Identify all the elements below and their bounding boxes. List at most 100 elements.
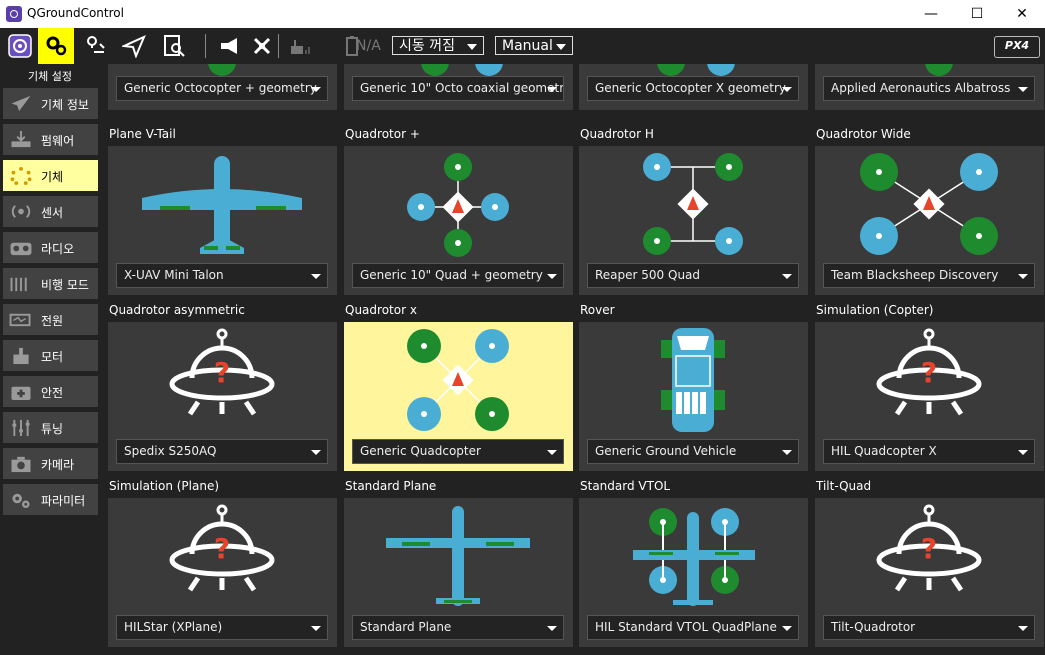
airframe-category-label: Quadrotor +: [345, 127, 420, 141]
airframe-category-label: Simulation (Copter): [816, 303, 934, 317]
airframe-tile[interactable]: HIL Standard VTOL QuadPlane: [579, 498, 808, 647]
airframe-tile[interactable]: Standard Plane: [344, 498, 573, 647]
airframe-tile[interactable]: Reaper 500 Quad: [579, 146, 808, 295]
sidebar-item-label: 안전: [41, 386, 64, 400]
chevron-down-icon: [556, 44, 566, 50]
airframe-tile[interactable]: ? Tilt-Quadrotor: [815, 498, 1044, 647]
arm-status-label: 시동 꺼짐: [399, 38, 455, 54]
airframe-select-value: Standard Plane: [360, 620, 452, 634]
sidebar-item-10[interactable]: 카메라: [3, 448, 98, 479]
qgc-logo-icon[interactable]: [2, 28, 38, 64]
airframe-select[interactable]: HIL Quadcopter X: [823, 439, 1035, 464]
airframe-select[interactable]: Generic 10" Octo coaxial geometry: [352, 76, 564, 101]
sidebar-item-5[interactable]: 비행 모드: [3, 268, 98, 299]
airframe-tile[interactable]: ? HILStar (XPlane): [108, 498, 337, 647]
airframe-select-value: Applied Aeronautics Albatross: [831, 81, 1011, 95]
airframe-select[interactable]: X-UAV Mini Talon: [116, 263, 328, 288]
quad-h-airframe-icon: [643, 153, 743, 255]
airframe-select-value: Generic Quadcopter: [360, 444, 481, 458]
airframe-grid: Generic Octocopter + geometry Generic 10"…: [104, 64, 1045, 655]
airframe-tile-top[interactable]: Generic Octocopter X geometry: [579, 64, 808, 110]
airframe-tile[interactable]: ? Spedix S250AQ: [108, 322, 337, 471]
sidebar-item-7[interactable]: 모터: [3, 340, 98, 371]
sidebar-item-1[interactable]: 펌웨어: [3, 124, 98, 155]
sidebar-item-8[interactable]: 안전: [3, 376, 98, 407]
sidebar-item-label: 파라미터: [41, 494, 86, 508]
sidebar-item-6[interactable]: 전원: [3, 304, 98, 335]
plan-view-icon[interactable]: [78, 28, 114, 64]
vehicle-setup-gear-icon[interactable]: [38, 28, 74, 64]
airframe-select-value: X-UAV Mini Talon: [124, 268, 224, 282]
safety-icon: [11, 386, 31, 401]
chevron-down-icon: [1018, 450, 1028, 455]
gps-satellite-icon[interactable]: [244, 28, 280, 64]
airframe-select-value: HILStar (XPlane): [124, 620, 223, 634]
close-button[interactable]: ✕: [999, 0, 1045, 28]
airframe-tile[interactable]: ? HIL Quadcopter X: [815, 322, 1044, 471]
airframe-tile-top[interactable]: Generic 10" Octo coaxial geometry: [344, 64, 573, 110]
flight-modes-icon: [10, 277, 27, 292]
sidebar-item-9[interactable]: 튜닝: [3, 412, 98, 443]
sensor-icon: [11, 205, 31, 218]
sidebar-item-2[interactable]: 기체: [3, 160, 98, 191]
airframe-select[interactable]: Tilt-Quadrotor: [823, 615, 1035, 640]
unknown-airframe-icon: ?: [876, 504, 982, 592]
camera-icon: [11, 456, 31, 473]
sidebar-item-4[interactable]: 라디오: [3, 232, 98, 263]
airframe-category-label: Standard Plane: [345, 479, 437, 493]
airframe-category-label: Plane V-Tail: [109, 127, 176, 141]
airframe-select[interactable]: Standard Plane: [352, 615, 564, 640]
svg-text:?: ?: [214, 356, 230, 389]
parameters-icon: [12, 493, 30, 509]
propeller-icon: [208, 64, 236, 76]
flight-mode-dropdown[interactable]: Manual: [495, 36, 573, 55]
sidebar-item-label: 튜닝: [41, 422, 64, 436]
airframe-select[interactable]: Reaper 500 Quad: [587, 263, 799, 288]
airframe-category-label: Standard VTOL: [580, 479, 671, 493]
airframe-select[interactable]: Generic Quadcopter: [352, 439, 564, 464]
fly-view-icon[interactable]: [116, 28, 152, 64]
airframe-select-value: Generic Octocopter X geometry: [595, 81, 787, 95]
sidebar-item-3[interactable]: 센서: [3, 196, 98, 227]
propeller-icon: [475, 64, 503, 76]
toolbar-divider: [278, 34, 279, 58]
sidebar-item-label: 전원: [41, 314, 64, 328]
airframe-select-value: Generic 10" Quad + geometry: [360, 268, 543, 282]
airframe-select-value: Reaper 500 Quad: [595, 268, 701, 282]
sidebar-item-0[interactable]: 기체 정보: [3, 88, 98, 119]
airframe-select[interactable]: Team Blacksheep Discovery: [823, 263, 1035, 288]
download-icon: [11, 130, 31, 148]
arm-status-dropdown[interactable]: 시동 꺼짐: [392, 36, 484, 55]
airframe-select[interactable]: Applied Aeronautics Albatross: [823, 76, 1035, 101]
svg-text:?: ?: [921, 532, 937, 565]
rc-rssi-icon[interactable]: [281, 28, 317, 64]
airframe-category-label: Rover: [580, 303, 615, 317]
airframe-tile[interactable]: Generic 10" Quad + geometry: [344, 146, 573, 295]
airframe-tile[interactable]: X-UAV Mini Talon: [108, 146, 337, 295]
airframe-select[interactable]: Generic Octocopter + geometry: [116, 76, 328, 101]
chevron-down-icon: [782, 87, 792, 92]
airframe-select[interactable]: Spedix S250AQ: [116, 439, 328, 464]
maximize-button[interactable]: ☐: [954, 0, 1000, 28]
airframe-select[interactable]: Generic 10" Quad + geometry: [352, 263, 564, 288]
analyze-icon[interactable]: [156, 28, 192, 64]
radio-icon: [10, 242, 32, 256]
unknown-airframe-icon: ?: [169, 504, 275, 592]
airframe-select-value: Generic 10" Octo coaxial geometry: [360, 81, 564, 95]
chevron-down-icon: [311, 450, 321, 455]
vtol-airframe-icon: [633, 508, 755, 606]
airframe-select[interactable]: Generic Ground Vehicle: [587, 439, 799, 464]
airframe-select[interactable]: HILStar (XPlane): [116, 615, 328, 640]
sidebar-item-11[interactable]: 파라미터: [3, 484, 98, 515]
airframe-category-label: Simulation (Plane): [109, 479, 220, 493]
airframe-tile[interactable]: Generic Ground Vehicle: [579, 322, 808, 471]
airframe-tile[interactable]: Team Blacksheep Discovery: [815, 146, 1044, 295]
airframe-select-value: HIL Standard VTOL QuadPlane: [595, 620, 777, 634]
megaphone-icon[interactable]: [212, 28, 248, 64]
airframe-category-label: Tilt-Quad: [816, 479, 872, 493]
minimize-button[interactable]: —: [908, 0, 954, 28]
airframe-tile[interactable]: Generic Quadcopter: [344, 322, 573, 471]
airframe-select[interactable]: HIL Standard VTOL QuadPlane: [587, 615, 799, 640]
window-titlebar: QGroundControl — ☐ ✕: [0, 0, 1045, 28]
airframe-select[interactable]: Generic Octocopter X geometry: [587, 76, 799, 101]
